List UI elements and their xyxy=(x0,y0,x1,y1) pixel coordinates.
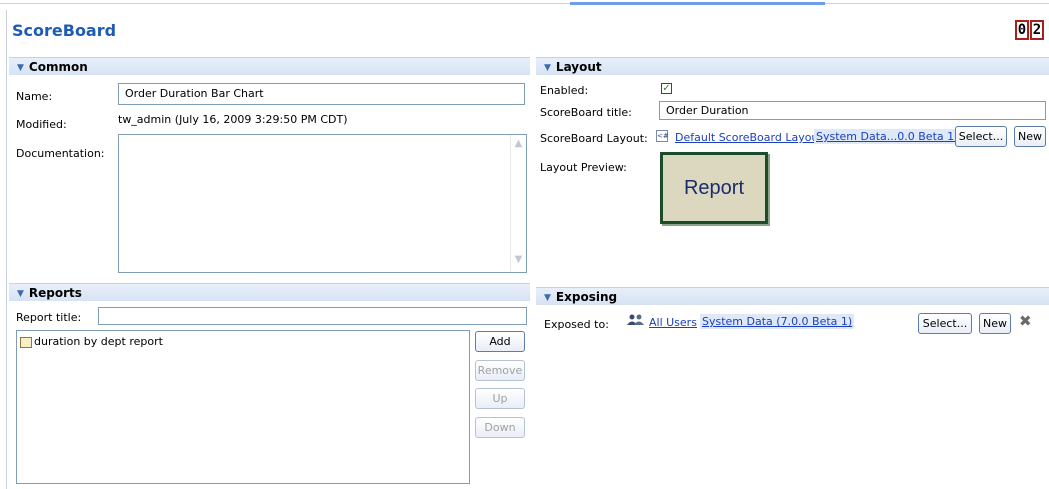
reports-section-header[interactable]: ▼ Reports xyxy=(9,283,530,301)
report-title-label: Report title: xyxy=(16,311,82,324)
exposing-section-header[interactable]: ▼ Exposing xyxy=(536,287,1049,305)
close-x-icon[interactable]: ✖ xyxy=(1019,312,1032,330)
layout-document-icon: <# xyxy=(656,130,669,142)
counter-badge-digit-2: 2 xyxy=(1030,20,1044,40)
layout-preview-image: Report xyxy=(660,152,768,224)
exposed-to-label: Exposed to: xyxy=(544,318,609,331)
common-section-title: Common xyxy=(28,60,88,74)
enabled-checkbox[interactable]: ✓ xyxy=(661,83,672,94)
scoreboard-title-label: ScoreBoard title: xyxy=(540,106,632,119)
scoreboard-layout-label: ScoreBoard Layout: xyxy=(540,132,648,145)
all-users-link[interactable]: All Users xyxy=(649,316,697,329)
exposing-section-title: Exposing xyxy=(555,290,618,304)
reports-section-title: Reports xyxy=(28,286,82,300)
scroll-down-icon[interactable]: ▼ xyxy=(512,254,525,269)
name-input[interactable]: Order Duration Bar Chart xyxy=(118,83,525,105)
layout-new-button[interactable]: New xyxy=(1014,126,1046,147)
editor-border xyxy=(6,10,7,489)
up-button[interactable]: Up xyxy=(475,388,525,409)
modified-value: tw_admin (July 16, 2009 3:29:50 PM CDT) xyxy=(118,113,348,126)
report-title-input[interactable] xyxy=(98,307,527,325)
modified-label: Modified: xyxy=(16,118,67,131)
enabled-label: Enabled: xyxy=(540,84,589,97)
default-layout-link[interactable]: Default ScoreBoard Layout xyxy=(675,131,823,144)
editor-title: ScoreBoard xyxy=(12,21,117,40)
reports-list[interactable]: duration by dept report xyxy=(16,330,470,484)
common-section-header[interactable]: ▼ Common xyxy=(9,57,530,75)
remove-button[interactable]: Remove xyxy=(475,360,525,381)
exposing-new-button[interactable]: New xyxy=(979,313,1011,334)
scroll-up-icon[interactable]: ▲ xyxy=(512,138,525,153)
list-item[interactable]: duration by dept report xyxy=(20,335,163,348)
layout-preview-label: Layout Preview: xyxy=(540,161,627,174)
down-button[interactable]: Down xyxy=(475,417,525,438)
preview-report-text: Report xyxy=(683,177,745,199)
collapse-triangle-icon[interactable]: ▼ xyxy=(544,289,551,307)
report-item-label: duration by dept report xyxy=(34,335,163,348)
add-button[interactable]: Add xyxy=(475,331,525,352)
collapse-triangle-icon[interactable]: ▼ xyxy=(544,59,551,77)
layout-source-link[interactable]: System Data...0.0 Beta 1) xyxy=(814,129,961,144)
documentation-label: Documentation: xyxy=(16,147,105,160)
layout-select-button[interactable]: Select... xyxy=(955,126,1007,147)
name-label: Name: xyxy=(16,90,53,103)
report-icon xyxy=(20,336,32,348)
collapse-triangle-icon[interactable]: ▼ xyxy=(17,285,24,303)
documentation-scrollbar[interactable]: ▲ ▼ xyxy=(510,135,526,272)
counter-badge-digit-1: 0 xyxy=(1015,20,1029,40)
tab-strip xyxy=(0,0,1049,8)
exposing-select-button[interactable]: Select... xyxy=(918,313,972,334)
scoreboard-title-input[interactable]: Order Duration xyxy=(659,101,1046,120)
active-tab-indicator xyxy=(570,2,825,5)
layout-section-header[interactable]: ▼ Layout xyxy=(536,57,1049,75)
documentation-textarea[interactable]: ▲ ▼ xyxy=(118,134,527,273)
checkmark-icon: ✓ xyxy=(662,83,671,94)
group-source-link[interactable]: System Data (7.0.0 Beta 1) xyxy=(700,314,855,329)
users-group-icon xyxy=(627,314,645,326)
collapse-triangle-icon[interactable]: ▼ xyxy=(17,59,24,77)
layout-section-title: Layout xyxy=(555,60,602,74)
